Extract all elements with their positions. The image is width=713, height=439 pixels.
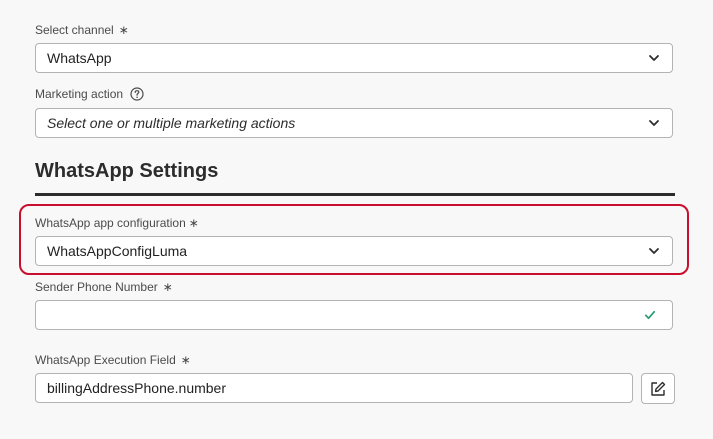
channel-select-value: WhatsApp bbox=[47, 50, 112, 66]
marketing-action-label-row: Marketing action bbox=[35, 87, 144, 101]
execution-field-label: WhatsApp Execution Field bbox=[35, 353, 176, 367]
sender-label-row: Sender Phone Number ∗ bbox=[35, 280, 173, 294]
whatsapp-settings-form: Select channel ∗ WhatsApp Marketing acti… bbox=[0, 0, 713, 439]
marketing-action-label: Marketing action bbox=[35, 87, 124, 101]
channel-required-mark: ∗ bbox=[118, 23, 129, 37]
channel-select[interactable]: WhatsApp bbox=[35, 43, 673, 73]
config-required-mark: ∗ bbox=[188, 216, 199, 230]
config-select[interactable]: WhatsAppConfigLuma bbox=[35, 236, 673, 266]
checkmark-icon bbox=[644, 309, 656, 321]
edit-expression-button[interactable] bbox=[641, 373, 675, 404]
marketing-action-placeholder: Select one or multiple marketing actions bbox=[47, 115, 296, 131]
channel-label-row: Select channel ∗ bbox=[35, 23, 129, 37]
sender-phone-input[interactable] bbox=[35, 300, 673, 330]
section-heading: WhatsApp Settings bbox=[35, 160, 219, 182]
execution-field-label-row: WhatsApp Execution Field ∗ bbox=[35, 353, 191, 367]
help-circle-icon[interactable] bbox=[130, 87, 144, 101]
chevron-down-icon[interactable] bbox=[648, 117, 660, 129]
sender-label: Sender Phone Number bbox=[35, 280, 158, 294]
edit-icon bbox=[649, 380, 667, 398]
channel-label: Select channel bbox=[35, 23, 114, 37]
execution-field-input[interactable]: billingAddressPhone.number bbox=[35, 373, 633, 403]
sender-required-mark: ∗ bbox=[162, 280, 173, 294]
config-select-value: WhatsAppConfigLuma bbox=[47, 243, 188, 259]
chevron-down-icon[interactable] bbox=[648, 52, 660, 64]
config-label-row: WhatsApp app configuration ∗ bbox=[35, 216, 199, 230]
section-divider bbox=[35, 193, 675, 196]
marketing-action-select[interactable]: Select one or multiple marketing actions bbox=[35, 108, 673, 138]
config-label: WhatsApp app configuration bbox=[35, 216, 186, 230]
execution-field-required-mark: ∗ bbox=[180, 353, 191, 367]
chevron-down-icon[interactable] bbox=[648, 245, 660, 257]
execution-field-value: billingAddressPhone.number bbox=[47, 380, 226, 396]
